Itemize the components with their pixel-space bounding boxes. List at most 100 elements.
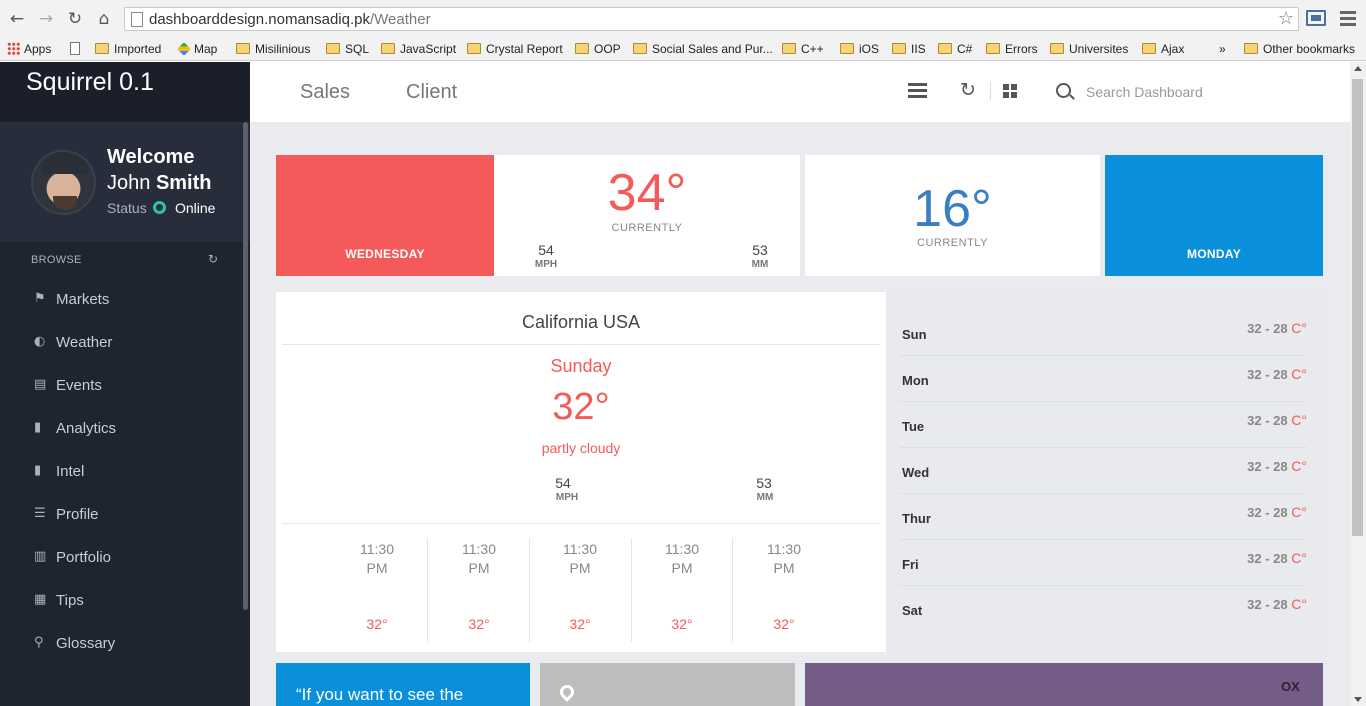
search-input[interactable]	[1086, 82, 1286, 102]
sidebar-item-intel[interactable]: ▮ Intel	[0, 452, 243, 492]
browse-heading: BROWSE	[31, 254, 82, 266]
bookmark-crystal-report[interactable]: Crystal Report	[467, 41, 563, 58]
week-day: Sat	[902, 603, 923, 618]
bookmark-ios[interactable]: iOS	[840, 41, 879, 58]
sidebar-item-label: Glossary	[56, 635, 116, 652]
bookmark-sql[interactable]: SQL	[326, 41, 369, 58]
tab-sales[interactable]: Sales	[300, 81, 350, 104]
browser-menu-icon[interactable]	[1340, 8, 1358, 28]
cast-icon[interactable]	[1306, 10, 1326, 26]
bookmark-other[interactable]: Other bookmarks	[1244, 41, 1355, 58]
bookmark-social-sales[interactable]: Social Sales and Pur...	[633, 41, 773, 58]
home-icon[interactable]: ⌂	[93, 8, 115, 30]
wind-speed: 54	[538, 242, 554, 258]
back-arrow-icon[interactable]: ←	[6, 8, 28, 30]
sidebar-item-glossary[interactable]: ⚲ Glossary	[0, 624, 243, 664]
tab-client[interactable]: Client	[406, 81, 457, 104]
bookmark-ajax[interactable]: Ajax	[1142, 41, 1184, 58]
grid-icon: ▦	[34, 592, 47, 607]
refresh-icon[interactable]: ↻	[208, 252, 218, 266]
folder-icon	[840, 43, 854, 54]
forecast-day: Sunday	[550, 356, 612, 376]
map-pin-icon	[557, 682, 577, 702]
temp-range: 32 - 28 C°	[1247, 458, 1307, 474]
sidebar-item-profile[interactable]: ☰ Profile	[0, 495, 243, 535]
temp-range: 32 - 28 C°	[1247, 596, 1307, 612]
bookmark-universites[interactable]: Universites	[1050, 41, 1128, 58]
folder-icon	[1142, 43, 1156, 54]
bookmark-iis[interactable]: IIS	[892, 41, 926, 58]
bookmarks-overflow-button[interactable]: »	[1219, 41, 1226, 58]
hourly-item: 11:30 PM 32°	[326, 538, 428, 642]
bookmark-imported[interactable]: Imported	[95, 41, 161, 58]
brand-title[interactable]: Squirrel 0.1	[26, 68, 154, 97]
brand-header: Squirrel 0.1	[0, 62, 250, 122]
bookmark-icon: ▮	[34, 420, 42, 435]
menu-icon[interactable]	[908, 83, 928, 99]
document-icon: ▤	[34, 377, 47, 392]
week-day: Fri	[902, 557, 919, 572]
wind-speed: 54	[555, 475, 571, 491]
rain-unit: MM	[756, 492, 774, 503]
folder-icon	[782, 43, 796, 54]
currently-label: CURRENTLY	[611, 222, 683, 234]
folder-icon	[986, 43, 1000, 54]
scrollbar-thumb[interactable]	[1352, 79, 1363, 536]
rain-unit: MM	[751, 259, 769, 270]
sidebar-item-analytics[interactable]: ▮ Analytics	[0, 409, 243, 449]
page-scrollbar[interactable]	[1350, 62, 1366, 706]
close-icon[interactable]: OX	[1281, 679, 1300, 694]
current-temp: 34°	[607, 164, 687, 222]
city-name: California USA	[521, 312, 641, 332]
book-icon: ▥	[34, 549, 47, 564]
scroll-down-icon[interactable]	[1354, 697, 1362, 702]
bookmark-star-icon[interactable]: ☆	[1278, 8, 1294, 29]
sidebar-item-label: Intel	[56, 463, 85, 480]
sidebar-item-tips[interactable]: ▦ Tips	[0, 581, 243, 621]
currently-label: CURRENTLY	[917, 237, 988, 249]
bookmarks-bar: Apps Imported Map Misilinious SQL JavaSc…	[0, 38, 1366, 61]
bookmark-page[interactable]	[70, 41, 80, 58]
refresh-icon[interactable]: ↻	[960, 79, 976, 101]
bookmark-javascript[interactable]: JavaScript	[381, 41, 456, 58]
current-temp-card-2: 16° CURRENTLY	[805, 155, 1100, 276]
grid-icon[interactable]	[1003, 84, 1018, 99]
bookmark-csharp[interactable]: C#	[938, 41, 972, 58]
day-card-wednesday: WEDNESDAY	[276, 155, 494, 276]
sidebar-item-weather[interactable]: ◐ Weather	[0, 323, 243, 363]
bookmark-errors[interactable]: Errors	[986, 41, 1038, 58]
folder-icon	[575, 43, 589, 54]
avatar[interactable]	[31, 150, 96, 215]
folder-icon	[236, 43, 250, 54]
welcome-text: Welcome	[107, 146, 195, 168]
quote-card: “If you want to see the	[276, 663, 530, 706]
scroll-up-icon[interactable]	[1354, 66, 1362, 71]
list-icon: ☰	[34, 506, 46, 521]
wind-unit: MPH	[534, 259, 558, 270]
maps-icon	[177, 42, 191, 56]
sidebar-scrollbar[interactable]	[243, 122, 248, 610]
search-icon[interactable]	[1056, 83, 1071, 98]
rainfall: 53	[756, 475, 772, 491]
forward-arrow-icon[interactable]: →	[35, 8, 57, 30]
hour-time: 11:30	[665, 541, 699, 557]
folder-icon	[938, 43, 952, 54]
divider	[282, 523, 880, 524]
url-text: dashboarddesign.nomansadiq.pk/Weather	[149, 11, 431, 28]
day-label: WEDNESDAY	[345, 247, 425, 261]
address-bar[interactable]: dashboarddesign.nomansadiq.pk/Weather ☆	[124, 7, 1299, 31]
bookmark-apps[interactable]: Apps	[7, 41, 51, 58]
hour-temp: 32°	[366, 616, 388, 632]
folder-icon	[326, 43, 340, 54]
temp-range: 32 - 28 C°	[1247, 320, 1307, 336]
hour-ampm: PM	[773, 560, 795, 576]
sidebar-item-portfolio[interactable]: ▥ Portfolio	[0, 538, 243, 578]
bookmark-cpp[interactable]: C++	[782, 41, 824, 58]
bookmark-misilinious[interactable]: Misilinious	[236, 41, 310, 58]
reload-icon[interactable]: ↻	[64, 8, 86, 30]
sidebar-item-markets[interactable]: ⚑ Markets	[0, 280, 243, 320]
bookmark-map[interactable]: Map	[177, 41, 217, 58]
map-pin-icon: ⚲	[34, 635, 44, 650]
bookmark-oop[interactable]: OOP	[575, 41, 621, 58]
sidebar-item-events[interactable]: ▤ Events	[0, 366, 243, 406]
